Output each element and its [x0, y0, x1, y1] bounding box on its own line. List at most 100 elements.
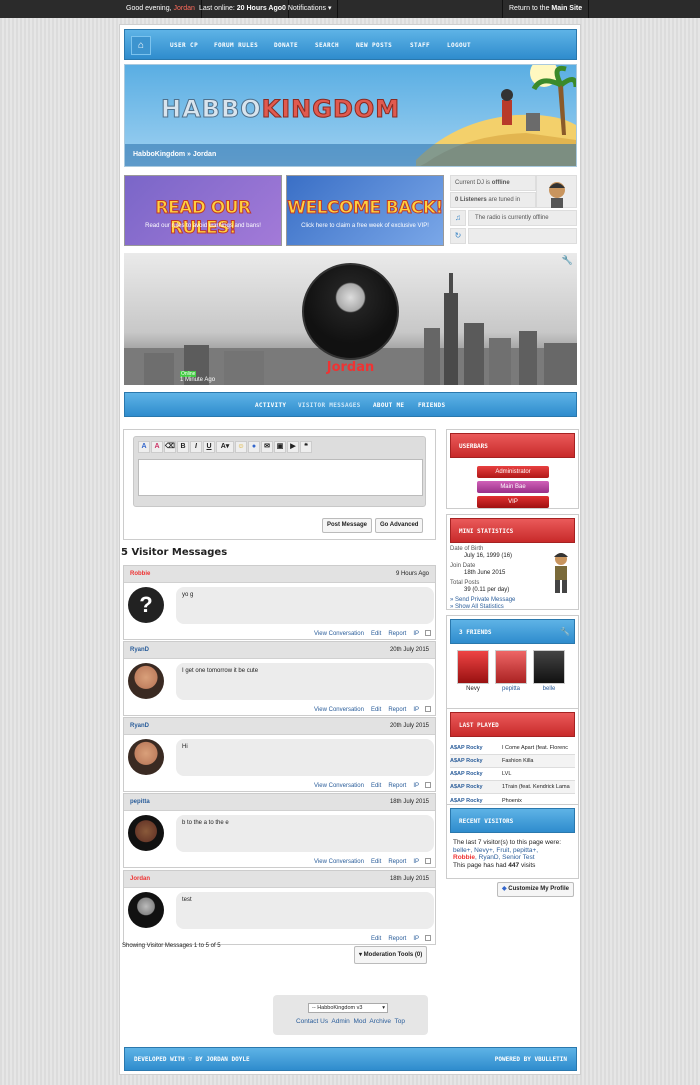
- select-checkbox[interactable]: [425, 706, 431, 713]
- friend-name[interactable]: pepitta: [495, 686, 527, 692]
- table-row: A$AP Rocky LVL: [450, 768, 575, 781]
- edit-link[interactable]: Edit: [371, 631, 381, 637]
- friend-avatar[interactable]: [495, 650, 527, 684]
- nav-donate[interactable]: DONATE: [274, 30, 298, 61]
- friend-avatar[interactable]: [533, 650, 565, 684]
- go-advanced-button[interactable]: Go Advanced: [375, 518, 424, 533]
- avatar[interactable]: [128, 815, 164, 851]
- archive-link[interactable]: Archive: [369, 1018, 391, 1025]
- report-link[interactable]: Report: [388, 936, 406, 942]
- report-link[interactable]: Report: [388, 707, 406, 713]
- link-icon[interactable]: ●: [248, 441, 260, 453]
- nav-logout[interactable]: LOGOUT: [447, 30, 471, 61]
- nav-forum-rules[interactable]: FORUM RULES: [214, 30, 258, 61]
- contact-us-link[interactable]: Contact Us: [296, 1018, 328, 1025]
- edit-link[interactable]: Edit: [371, 783, 381, 789]
- music-icon[interactable]: ♫: [450, 210, 466, 226]
- message-author[interactable]: RyanD: [130, 723, 149, 729]
- bold-icon[interactable]: B: [177, 441, 189, 453]
- nav-staff[interactable]: STAFF: [410, 30, 430, 61]
- message-author[interactable]: Robbie: [130, 571, 150, 577]
- friend-avatar[interactable]: [457, 650, 489, 684]
- message-textarea[interactable]: [138, 459, 423, 496]
- select-checkbox[interactable]: [425, 630, 431, 637]
- refresh-icon[interactable]: ↻: [450, 228, 466, 244]
- message-text: Hi: [176, 739, 434, 776]
- video-icon[interactable]: ▶: [287, 441, 299, 453]
- wrench-icon[interactable]: 🔧: [562, 255, 573, 266]
- image-icon[interactable]: ▣: [274, 441, 286, 453]
- tab-about-me[interactable]: ABOUT ME: [373, 393, 404, 418]
- italic-icon[interactable]: I: [190, 441, 202, 453]
- tab-activity[interactable]: ACTIVITY: [255, 393, 286, 418]
- select-checkbox[interactable]: [425, 782, 431, 789]
- view-conversation-link[interactable]: View Conversation: [314, 631, 364, 637]
- return-main-site-link[interactable]: Return to the Main Site: [502, 0, 590, 18]
- message-author[interactable]: pepitta: [130, 799, 150, 805]
- profile-picture[interactable]: [302, 263, 399, 360]
- friend-name[interactable]: belle: [533, 686, 565, 692]
- avatar[interactable]: [128, 739, 164, 775]
- ip-link[interactable]: IP: [413, 859, 419, 865]
- view-conversation-link[interactable]: View Conversation: [314, 859, 364, 865]
- font-icon[interactable]: A: [138, 441, 150, 453]
- select-checkbox[interactable]: [425, 858, 431, 865]
- underline-icon[interactable]: U: [203, 441, 215, 453]
- top-link[interactable]: Top: [395, 1018, 405, 1025]
- nav-search[interactable]: SEARCH: [315, 30, 339, 61]
- message-author[interactable]: RyanD: [130, 647, 149, 653]
- message-author[interactable]: Jordan: [130, 876, 150, 882]
- site-logo[interactable]: HABBOKINGDOM: [161, 95, 400, 124]
- nav-user-cp[interactable]: USER CP: [170, 30, 198, 61]
- greeting-user[interactable]: Jordan: [174, 5, 195, 12]
- font-color-icon[interactable]: A▾: [216, 441, 234, 453]
- select-checkbox[interactable]: [425, 935, 431, 942]
- report-link[interactable]: Report: [388, 783, 406, 789]
- promo-rules[interactable]: READ OUR RULES! Read our rules to avoid …: [124, 175, 282, 246]
- tab-friends[interactable]: FRIENDS: [418, 393, 445, 418]
- edit-link[interactable]: Edit: [371, 936, 381, 942]
- ip-link[interactable]: IP: [413, 936, 419, 942]
- breadcrumb[interactable]: HabboKingdom » Jordan: [125, 144, 576, 166]
- view-conversation-link[interactable]: View Conversation: [314, 707, 364, 713]
- visitors-list[interactable]: belle+, Nevy+, Fruit, pepitta+,: [453, 847, 575, 855]
- ip-link[interactable]: IP: [413, 707, 419, 713]
- stats-list: Date of Birth July 16, 1999 (16) Join Da…: [450, 546, 515, 611]
- userbar-administrator: Administrator: [477, 466, 549, 478]
- profile-cover: Jordan Online 1 Minute Ago 🔧: [124, 253, 577, 385]
- eraser-icon[interactable]: ⌫: [164, 441, 176, 453]
- show-stats-link[interactable]: » Show All Statistics: [450, 604, 515, 611]
- friend-name[interactable]: Nevy: [457, 686, 489, 692]
- notifications-menu[interactable]: 0 Notifications ▾: [276, 0, 339, 18]
- message-date: 9 Hours Ago: [395, 571, 429, 577]
- visitor-robbie[interactable]: Robbie: [453, 854, 475, 861]
- tab-visitor-messages[interactable]: VISITOR MESSAGES: [298, 393, 361, 418]
- admin-link[interactable]: Admin: [331, 1018, 349, 1025]
- nav-new-posts[interactable]: NEW POSTS: [356, 30, 392, 61]
- quote-icon[interactable]: ❝: [300, 441, 312, 453]
- post-message-button[interactable]: Post Message: [322, 518, 373, 533]
- email-icon[interactable]: ✉: [261, 441, 273, 453]
- report-link[interactable]: Report: [388, 859, 406, 865]
- avatar[interactable]: ?: [128, 587, 164, 623]
- ip-link[interactable]: IP: [413, 783, 419, 789]
- view-conversation-link[interactable]: View Conversation: [314, 783, 364, 789]
- customize-profile-button[interactable]: ◆ Customize My Profile: [497, 882, 574, 897]
- avatar[interactable]: [128, 663, 164, 699]
- ip-link[interactable]: IP: [413, 631, 419, 637]
- radio-offline-msg: The radio is currently offline: [468, 210, 577, 226]
- mod-link[interactable]: Mod: [353, 1018, 366, 1025]
- last-online: Last online: 20 Hours Ago: [193, 0, 290, 18]
- avatar[interactable]: [128, 892, 164, 928]
- color-icon[interactable]: A: [151, 441, 163, 453]
- report-link[interactable]: Report: [388, 631, 406, 637]
- send-pm-link[interactable]: » Send Private Message: [450, 597, 515, 604]
- moderation-tools-button[interactable]: ▾ Moderation Tools (0): [354, 946, 428, 964]
- home-icon[interactable]: ⌂: [131, 36, 151, 55]
- smiley-icon[interactable]: ☺: [235, 441, 247, 453]
- edit-link[interactable]: Edit: [371, 707, 381, 713]
- promo-welcome[interactable]: WELCOME BACK! Click here to claim a free…: [286, 175, 444, 246]
- wrench-icon[interactable]: 🔧: [560, 627, 570, 636]
- edit-link[interactable]: Edit: [371, 859, 381, 865]
- style-chooser[interactable]: -- HabboKingdom v3 ▾: [308, 1003, 388, 1013]
